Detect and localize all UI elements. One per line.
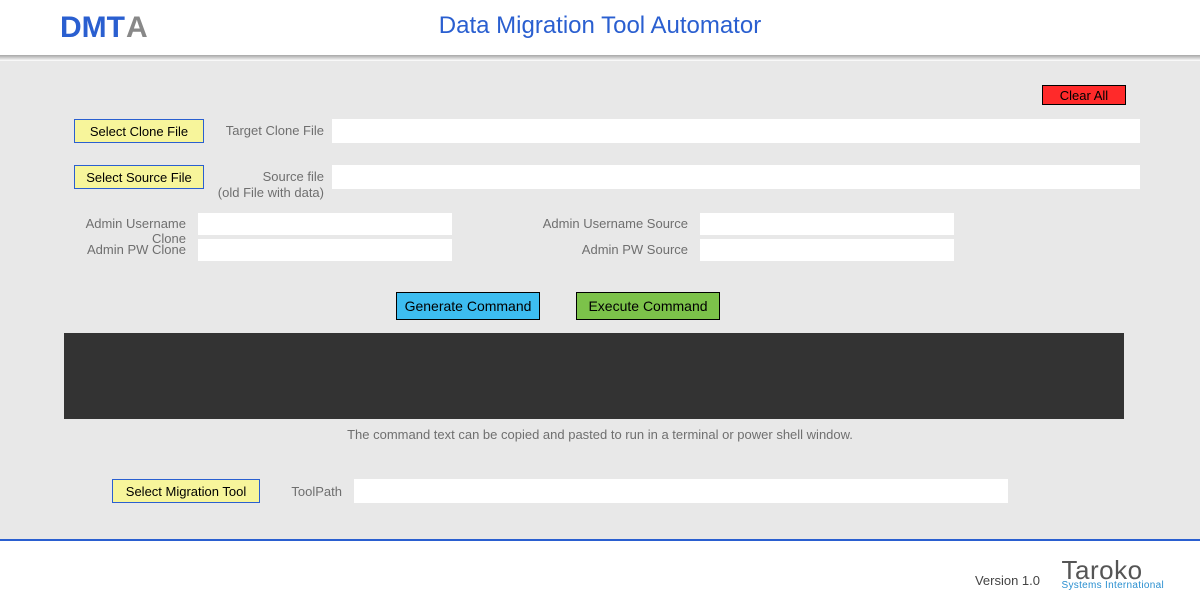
clear-all-button[interactable]: Clear All	[1042, 85, 1126, 105]
generate-command-button[interactable]: Generate Command	[396, 292, 540, 320]
source-file-row: Select Source File Source file (old File…	[60, 165, 1140, 201]
toolpath-label: ToolPath	[276, 484, 342, 499]
admin-pw-clone-label: Admin PW Clone	[60, 242, 186, 257]
source-file-label-line2: (old File with data)	[214, 185, 324, 201]
target-clone-file-input[interactable]	[332, 119, 1140, 143]
execute-command-button[interactable]: Execute Command	[576, 292, 720, 320]
app-logo: DMTA	[60, 11, 148, 45]
company-tagline: Systems International	[1062, 581, 1164, 591]
source-file-label-line1: Source file	[214, 169, 324, 185]
admin-username-clone-input[interactable]	[198, 213, 452, 235]
admin-pw-clone-input[interactable]	[198, 239, 452, 261]
version-text: Version 1.0	[975, 573, 1040, 588]
app-title: Data Migration Tool Automator	[439, 12, 761, 40]
company-logo: Taroko Systems International	[1062, 557, 1164, 591]
source-file-input[interactable]	[332, 165, 1140, 189]
admin-username-source-input[interactable]	[700, 213, 954, 235]
tool-path-row: Select Migration Tool ToolPath	[60, 479, 1140, 503]
logo-main: DMT	[60, 11, 125, 45]
source-file-label: Source file (old File with data)	[214, 165, 324, 201]
admin-username-source-label: Admin Username Source	[540, 216, 688, 231]
select-clone-file-button[interactable]: Select Clone File	[74, 119, 204, 143]
clone-file-row: Select Clone File Target Clone File	[60, 119, 1140, 143]
command-hint-text: The command text can be copied and paste…	[0, 427, 1200, 442]
select-source-file-button[interactable]: Select Source File	[74, 165, 204, 189]
admin-pw-source-input[interactable]	[700, 239, 954, 261]
target-clone-file-label: Target Clone File	[214, 119, 324, 139]
app-header: DMTA Data Migration Tool Automator	[0, 0, 1200, 55]
logo-accent: A	[126, 11, 148, 45]
toolpath-input[interactable]	[354, 479, 1008, 503]
footer: Version 1.0 Taroko Systems International	[0, 541, 1200, 603]
select-migration-tool-button[interactable]: Select Migration Tool	[112, 479, 260, 503]
admin-pw-source-label: Admin PW Source	[540, 242, 688, 257]
command-output[interactable]	[64, 333, 1124, 419]
main-panel: Clear All Select Clone File Target Clone…	[0, 61, 1200, 539]
